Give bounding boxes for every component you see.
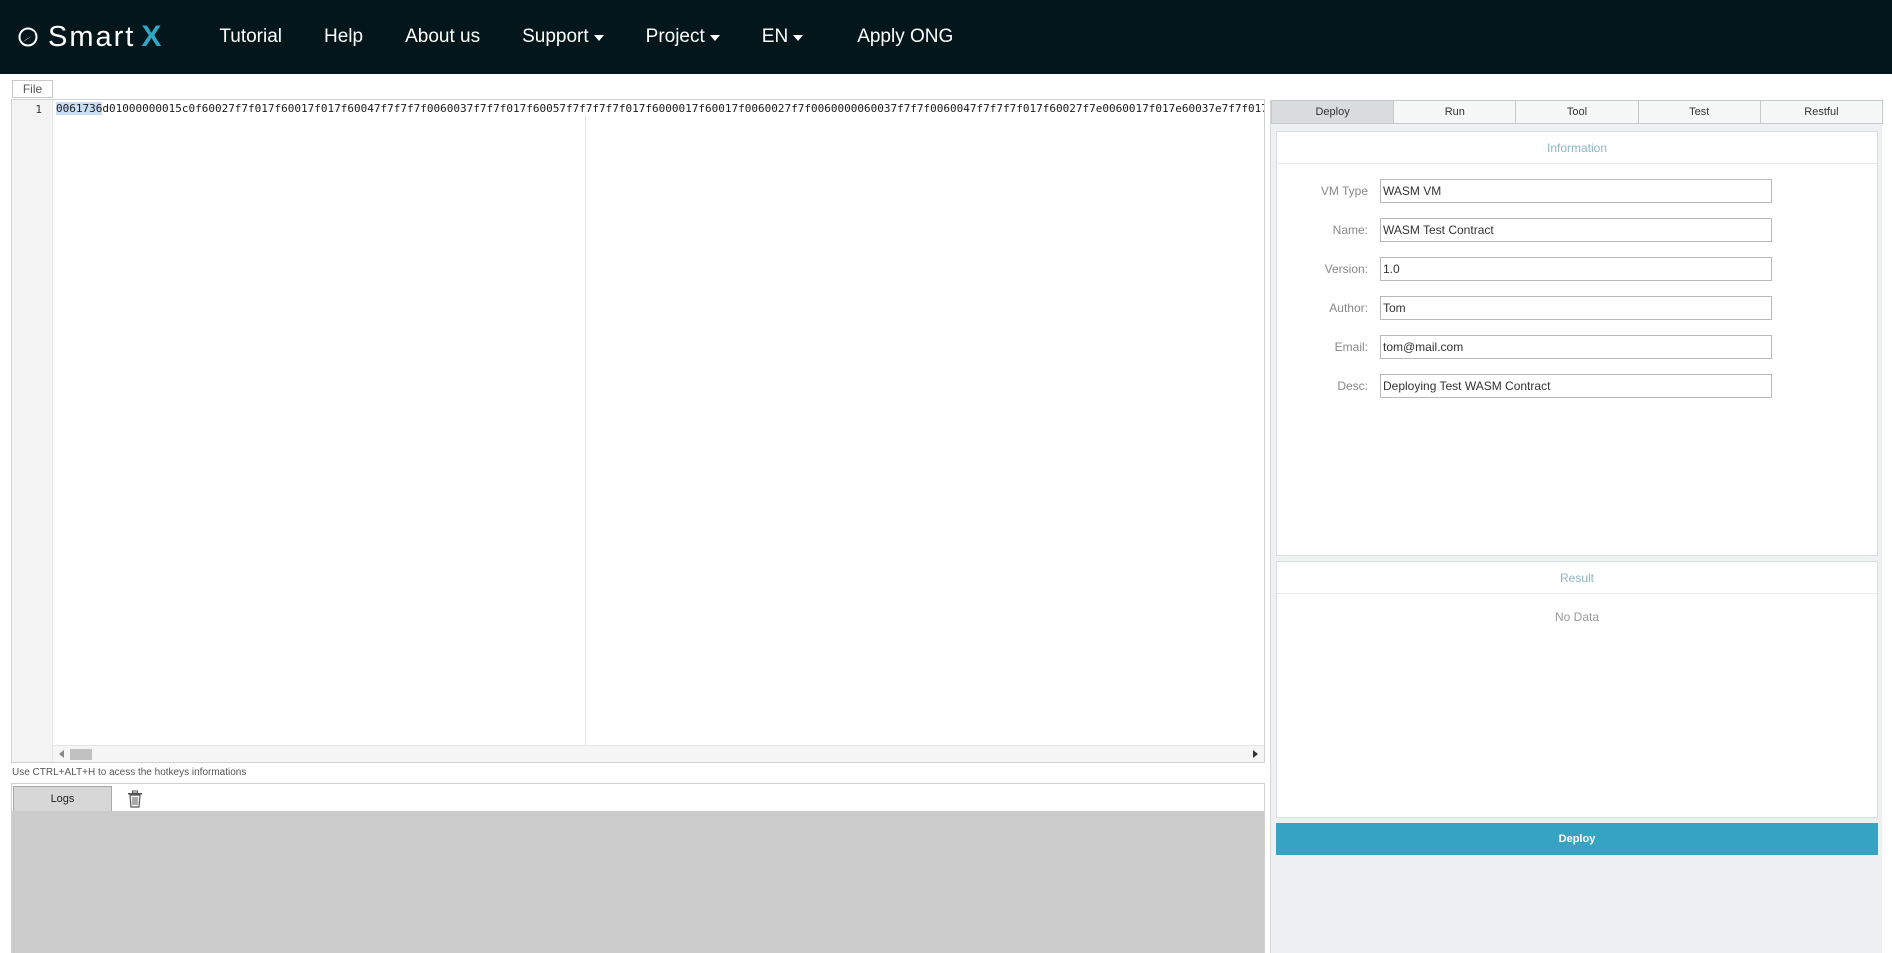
deploy-button[interactable]: Deploy [1276,823,1878,855]
caret-down-icon [709,35,720,41]
author-input[interactable] [1380,296,1772,320]
right-panel: Deploy Run Tool Test Restful Information… [1270,100,1884,953]
email-label: Email: [1334,340,1368,354]
hotkeys-hint: Use CTRL+ALT+H to acess the hotkeys info… [12,767,247,778]
version-row: Version: [1277,257,1879,281]
result-title: Result [1277,562,1877,594]
brand-name: Smart [48,20,136,53]
selected-code: 0061736 [56,102,103,115]
nav-label: Support [522,26,589,47]
trash-icon[interactable] [127,790,143,808]
version-input[interactable] [1380,257,1772,281]
brand-suffix: X [141,20,162,53]
desc-label: Desc: [1337,379,1368,393]
email-row: Email: [1277,335,1879,359]
caret-down-icon [593,35,604,41]
tab-restful[interactable]: Restful [1760,100,1884,124]
scroll-left-icon[interactable] [59,750,64,758]
tab-run[interactable]: Run [1394,100,1517,124]
vm-type-label: VM Type [1320,184,1368,198]
print-margin [585,116,586,746]
logs-output [11,811,1265,953]
smartx-logo-icon [18,27,38,47]
nav-item-language-dropdown[interactable]: EN [761,26,804,48]
name-label: Name: [1332,223,1368,237]
file-menu-button[interactable]: File [12,80,53,98]
result-card: Result No Data [1276,561,1878,818]
logs-tab-button[interactable]: Logs [13,786,112,812]
nav-item-support-dropdown[interactable]: Support [522,26,604,48]
nav-item-tutorial[interactable]: Tutorial [219,26,282,48]
version-label: Version: [1324,262,1368,276]
name-input[interactable] [1380,218,1772,242]
code-editor[interactable]: 1 0061736d01000000015c0f60027f7f017f6001… [11,99,1265,763]
name-row: Name: [1277,218,1879,242]
nav-label: EN [761,26,789,47]
email-input[interactable] [1380,335,1772,359]
horizontal-scrollbar[interactable] [53,745,1264,762]
desc-input[interactable] [1380,374,1772,398]
editor-gutter: 1 [12,100,53,762]
vm-type-input[interactable] [1380,179,1772,203]
author-row: Author: [1277,296,1879,320]
tab-deploy[interactable]: Deploy [1271,100,1395,124]
author-label: Author: [1329,301,1368,315]
result-empty-text: No Data [1554,610,1600,624]
nav-label: Project [645,26,705,47]
desc-row: Desc: [1277,374,1879,398]
information-title: Information [1277,132,1877,164]
scrollbar-thumb[interactable] [70,749,92,760]
tab-test[interactable]: Test [1638,100,1761,124]
nav-item-project-dropdown[interactable]: Project [646,26,720,48]
nav-item-help[interactable]: Help [324,26,363,48]
tab-tool[interactable]: Tool [1516,100,1639,124]
nav-item-apply-ong[interactable]: Apply ONG [857,26,953,48]
line-number: 1 [35,103,42,116]
brand[interactable]: Smart X [18,0,161,74]
nav-label: Apply ONG [857,26,954,47]
nav-label: Tutorial [219,26,283,47]
top-navbar: Smart X Tutorial Help About us Support P… [0,0,1892,74]
code-text: d01000000015c0f60027f7f017f60017f017f600… [102,102,1264,115]
logs-toolbar: Logs [11,783,1265,812]
vm-type-row: VM Type [1277,179,1879,203]
information-card: Information VM Type Name: Version: Autho… [1276,131,1878,556]
nav-menu: Tutorial Help About us Support Project E… [219,0,995,74]
nav-label: About us [405,26,481,47]
scroll-right-icon[interactable] [1253,750,1258,758]
nav-label: Help [324,26,364,47]
caret-down-icon [793,35,804,41]
panel-tabs: Deploy Run Tool Test Restful [1271,100,1884,124]
nav-item-about-us[interactable]: About us [405,26,480,48]
code-line[interactable]: 0061736d01000000015c0f60027f7f017f60017f… [56,102,1264,117]
